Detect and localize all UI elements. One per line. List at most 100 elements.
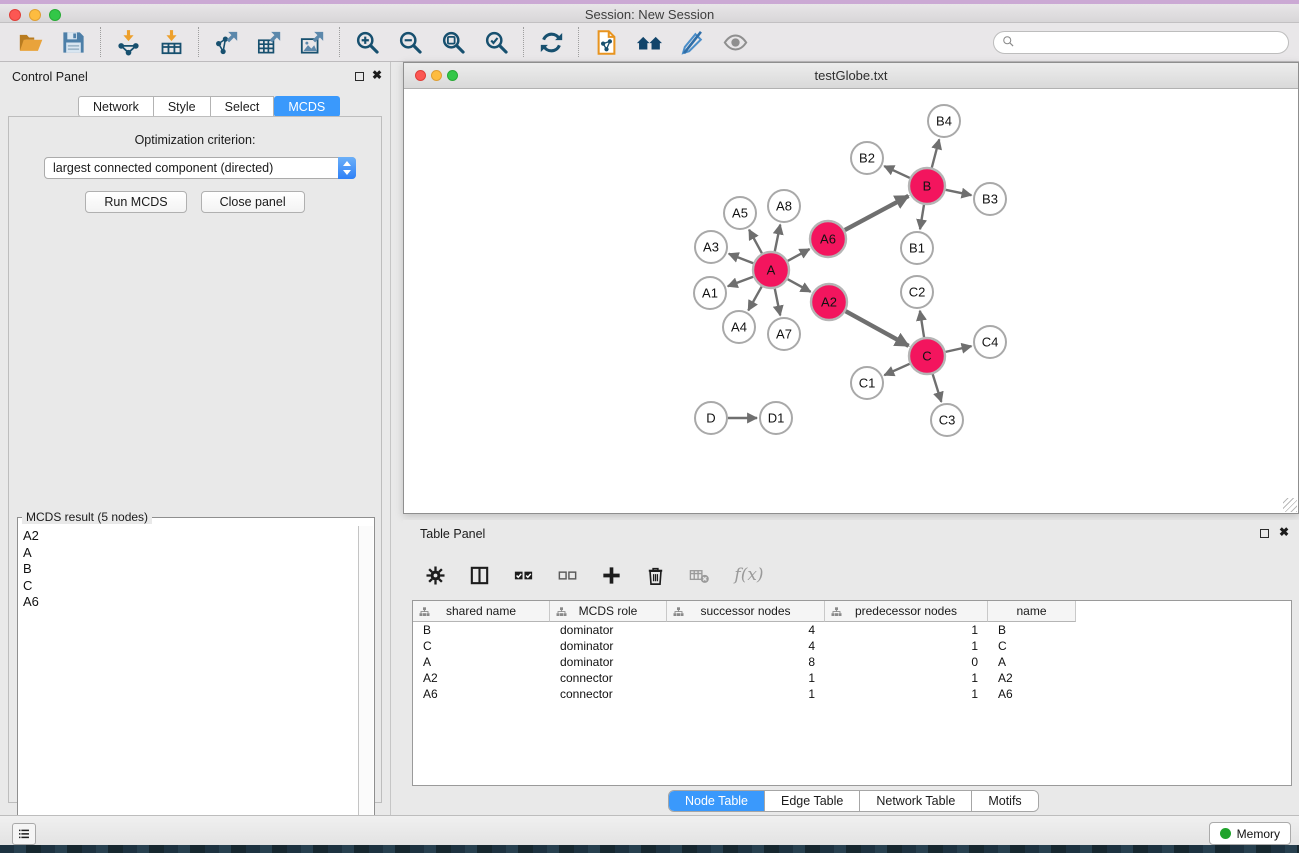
graph-node-A3[interactable]: A3 [695,231,727,263]
tab-node-table[interactable]: Node Table [669,791,765,811]
search-box[interactable] [993,31,1289,54]
tab-edge-table[interactable]: Edge Table [765,791,860,811]
hide-annotations-button[interactable] [674,26,710,58]
graph-edge-A-A8[interactable] [775,225,780,252]
table-cell-mcds_role[interactable]: dominator [550,654,667,670]
network-graph[interactable]: B4B2BB3A8A5A6A3B1AC2A1A2A4A7C4CC1C3DD1 [404,89,1298,513]
column-selector-button[interactable] [465,561,493,589]
graph-edge-A-A6[interactable] [788,249,810,261]
table-cell-shared_name[interactable]: B [413,622,550,638]
graph-node-C3[interactable]: C3 [931,404,963,436]
table-cell-predecessor_nodes[interactable]: 1 [825,622,988,638]
table-cell-successor_nodes[interactable]: 1 [667,686,825,702]
graph-node-B3[interactable]: B3 [974,183,1006,215]
export-network-button[interactable] [208,26,244,58]
table-row[interactable]: Adominator80A [413,654,1291,670]
table-settings-button[interactable] [421,561,449,589]
table-cell-shared_name[interactable]: A2 [413,670,550,686]
table-cell-mcds_role[interactable]: connector [550,670,667,686]
graph-node-A2[interactable]: A2 [811,284,847,320]
column-header-successor-nodes[interactable]: successor nodes [667,601,825,622]
tab-network-table[interactable]: Network Table [860,791,972,811]
mcds-result-item[interactable]: A6 [23,594,358,611]
column-header-MCDS-role[interactable]: MCDS role [550,601,667,622]
graph-node-C1[interactable]: C1 [851,367,883,399]
graph-node-A8[interactable]: A8 [768,190,800,222]
graph-node-A[interactable]: A [753,252,789,288]
graph-edge-A6-B[interactable] [845,196,909,230]
table-cell-successor_nodes[interactable]: 4 [667,622,825,638]
tab-motifs[interactable]: Motifs [972,791,1037,811]
tab-select[interactable]: Select [211,96,275,117]
table-cell-predecessor_nodes[interactable]: 1 [825,686,988,702]
toggle-details-button[interactable] [717,26,753,58]
table-row[interactable]: A6connector11A6 [413,686,1291,702]
network-window-titlebar[interactable]: testGlobe.txt [404,63,1298,89]
run-mcds-button[interactable]: Run MCDS [85,191,186,213]
zoom-selected-button[interactable] [478,26,514,58]
zoom-in-button[interactable] [349,26,385,58]
graph-edge-C-C4[interactable] [946,346,972,352]
graph-node-B[interactable]: B [909,168,945,204]
resize-grip[interactable] [1283,498,1297,512]
graph-node-A7[interactable]: A7 [768,318,800,350]
deselect-all-button[interactable] [553,561,581,589]
column-header-name[interactable]: name [988,601,1076,622]
apply-layout-button[interactable] [533,26,569,58]
network-document-button[interactable] [588,26,624,58]
table-cell-name[interactable]: B [988,622,1076,638]
delete-table-button[interactable] [685,561,713,589]
graph-edge-A-A7[interactable] [775,289,780,316]
graph-node-C4[interactable]: C4 [974,326,1006,358]
table-cell-mcds_role[interactable]: dominator [550,638,667,654]
float-table-panel-icon[interactable] [1260,529,1269,538]
import-network-button[interactable] [110,26,146,58]
import-table-button[interactable] [153,26,189,58]
save-session-button[interactable] [55,26,91,58]
table-cell-shared_name[interactable]: A [413,654,550,670]
graph-edge-C-C3[interactable] [933,374,942,402]
table-cell-shared_name[interactable]: A6 [413,686,550,702]
export-image-button[interactable] [294,26,330,58]
table-cell-mcds_role[interactable]: dominator [550,622,667,638]
table-cell-shared_name[interactable]: C [413,638,550,654]
graph-edge-B-B2[interactable] [884,166,910,178]
mcds-result-list[interactable]: A2ABCA6 [19,526,359,853]
graph-node-A6[interactable]: A6 [810,221,846,257]
select-all-button[interactable] [509,561,537,589]
table-cell-name[interactable]: A2 [988,670,1076,686]
tab-mcds[interactable]: MCDS [274,96,340,117]
table-cell-successor_nodes[interactable]: 8 [667,654,825,670]
graph-edge-A-A3[interactable] [729,254,754,263]
column-header-predecessor-nodes[interactable]: predecessor nodes [825,601,988,622]
mcds-result-item[interactable]: C [23,578,358,595]
mcds-result-item[interactable]: A [23,545,358,562]
graph-node-D[interactable]: D [695,402,727,434]
mcds-result-item[interactable]: B [23,561,358,578]
close-panel-icon[interactable]: ✖ [372,68,382,82]
table-cell-name[interactable]: A [988,654,1076,670]
tab-network[interactable]: Network [78,96,154,117]
graph-node-C2[interactable]: C2 [901,276,933,308]
table-cell-name[interactable]: A6 [988,686,1076,702]
graph-edge-A-A1[interactable] [728,277,753,287]
criterion-dropdown[interactable]: largest connected component (directed) [44,157,356,179]
main-titlebar[interactable]: Session: New Session [0,4,1299,23]
node-table[interactable]: shared nameMCDS rolesuccessor nodesprede… [412,600,1292,786]
graph-edge-A-A4[interactable] [748,287,761,311]
graph-node-A5[interactable]: A5 [724,197,756,229]
close-panel-button[interactable]: Close panel [201,191,305,213]
graph-node-D1[interactable]: D1 [760,402,792,434]
graph-edge-C-C1[interactable] [884,364,909,375]
graph-node-B1[interactable]: B1 [901,232,933,264]
graph-node-A1[interactable]: A1 [694,277,726,309]
console-button[interactable] [12,823,36,845]
graph-edge-C-C2[interactable] [920,311,924,337]
table-row[interactable]: Bdominator41B [413,622,1291,638]
zoom-out-button[interactable] [392,26,428,58]
add-column-button[interactable] [597,561,625,589]
delete-column-button[interactable] [641,561,669,589]
float-panel-icon[interactable] [355,72,364,81]
open-session-button[interactable] [12,26,48,58]
graph-node-B2[interactable]: B2 [851,142,883,174]
